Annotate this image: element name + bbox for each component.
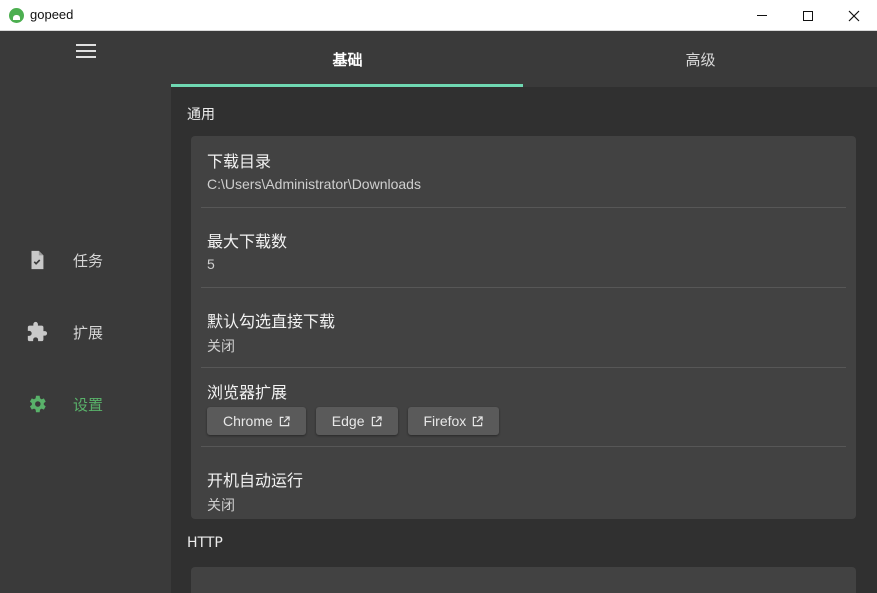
http-settings-card (191, 567, 856, 593)
sidebar-item-label: 任务 (73, 251, 104, 270)
divider (201, 287, 846, 288)
sidebar-item-settings[interactable]: 设置 (0, 382, 171, 426)
divider (201, 207, 846, 208)
task-file-icon (31, 250, 44, 270)
setting-browser-extension: 浏览器扩展 (207, 379, 845, 403)
chrome-extension-button[interactable]: Chrome (207, 407, 306, 435)
browser-extension-buttons: Chrome Edge Firefox (207, 407, 500, 435)
sidebar-item-extensions[interactable]: 扩展 (0, 310, 171, 354)
close-button[interactable] (831, 0, 877, 31)
minimize-button[interactable] (739, 0, 785, 31)
setting-title: 默认勾选直接下载 (207, 312, 336, 331)
setting-autostart[interactable]: 开机自动运行 关闭 (207, 467, 845, 515)
settings-tabs: 基础 高级 (171, 31, 877, 87)
sidebar-item-label: 扩展 (73, 323, 104, 342)
external-link-icon (371, 415, 382, 426)
button-label: Edge (331, 413, 365, 429)
gear-icon (29, 395, 46, 413)
external-link-icon (279, 415, 290, 426)
setting-title: 浏览器扩展 (207, 383, 288, 402)
gopeed-logo-icon (9, 8, 24, 23)
divider (201, 446, 846, 447)
tab-advanced[interactable]: 高级 (524, 31, 877, 87)
sidebar: 任务 扩展 设置 (0, 31, 171, 593)
minimize-icon (757, 15, 767, 16)
section-title-http: HTTP (187, 535, 223, 551)
maximize-icon (803, 10, 813, 21)
tab-basic[interactable]: 基础 (171, 31, 524, 87)
sidebar-item-tasks[interactable]: 任务 (0, 238, 171, 282)
sidebar-item-label: 设置 (73, 395, 104, 414)
firefox-extension-button[interactable]: Firefox (407, 407, 500, 435)
external-link-icon (473, 415, 483, 426)
setting-title: 开机自动运行 (207, 471, 304, 490)
section-title-general: 通用 (187, 107, 215, 123)
window-title: gopeed (30, 7, 74, 22)
divider (201, 367, 846, 368)
setting-value: 关闭 (207, 497, 235, 513)
setting-value: 5 (207, 256, 215, 272)
button-label: Firefox (423, 413, 467, 429)
settings-content: 通用 下载目录 C:\Users\Administrator\Downloads… (171, 87, 877, 593)
setting-default-direct-download[interactable]: 默认勾选直接下载 关闭 (207, 308, 845, 356)
setting-download-dir[interactable]: 下载目录 C:\Users\Administrator\Downloads (207, 148, 845, 192)
puzzle-extension-icon (27, 321, 48, 342)
setting-title: 最大下载数 (207, 232, 288, 251)
general-settings-card: 下载目录 C:\Users\Administrator\Downloads 最大… (191, 136, 856, 519)
setting-value: C:\Users\Administrator\Downloads (207, 176, 421, 192)
edge-extension-button[interactable]: Edge (315, 407, 398, 435)
setting-value: 关闭 (207, 338, 235, 354)
window-titlebar: gopeed (0, 0, 877, 31)
close-icon (848, 10, 860, 21)
setting-title: 下载目录 (207, 152, 272, 171)
button-label: Chrome (223, 413, 273, 429)
maximize-button[interactable] (785, 0, 831, 31)
setting-max-downloads[interactable]: 最大下载数 5 (207, 228, 845, 272)
hamburger-menu-icon[interactable] (76, 43, 96, 59)
